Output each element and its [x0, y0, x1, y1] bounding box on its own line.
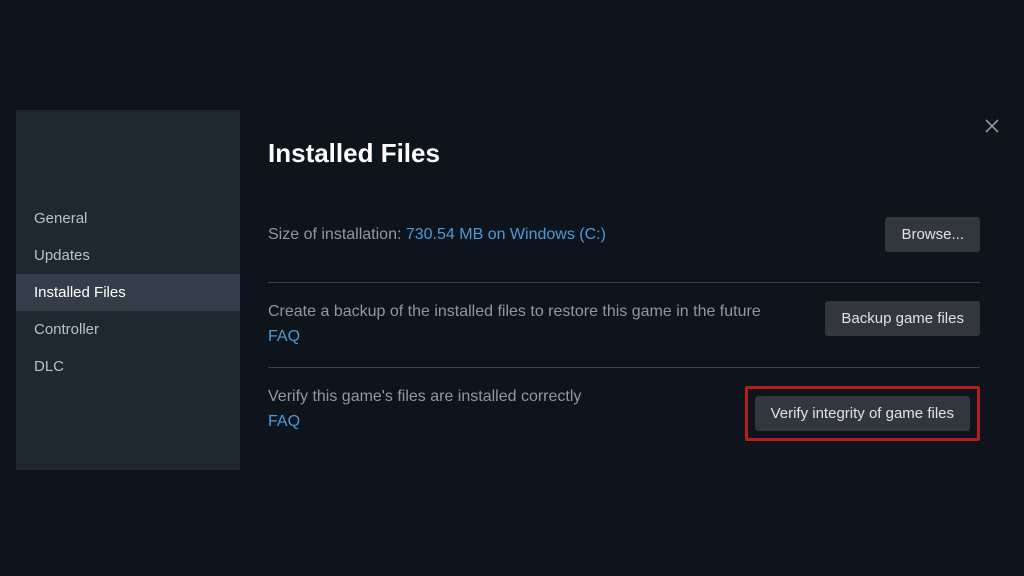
divider — [268, 367, 980, 368]
sidebar-item-updates[interactable]: Updates — [16, 237, 240, 274]
highlight-annotation: Verify integrity of game files — [745, 386, 980, 441]
verify-faq-link[interactable]: FAQ — [268, 411, 581, 433]
backup-description: Create a backup of the installed files t… — [268, 301, 761, 349]
verify-row: Verify this game's files are installed c… — [268, 386, 980, 441]
sidebar: General Updates Installed Files Controll… — [16, 110, 240, 470]
browse-button[interactable]: Browse... — [885, 217, 980, 252]
page-title: Installed Files — [268, 138, 980, 169]
properties-dialog: General Updates Installed Files Controll… — [16, 110, 1008, 470]
size-row: Size of installation: 730.54 MB on Windo… — [268, 217, 980, 252]
sidebar-item-dlc[interactable]: DLC — [16, 348, 240, 385]
close-icon — [985, 119, 999, 138]
main-panel: Installed Files Size of installation: 73… — [240, 110, 1008, 470]
backup-row: Create a backup of the installed files t… — [268, 301, 980, 349]
divider — [268, 282, 980, 283]
backup-faq-link[interactable]: FAQ — [268, 326, 761, 348]
sidebar-item-controller[interactable]: Controller — [16, 311, 240, 348]
close-button[interactable] — [980, 116, 1004, 140]
verify-text: Verify this game's files are installed c… — [268, 388, 581, 405]
install-location-link[interactable]: 730.54 MB on Windows (C:) — [406, 226, 606, 243]
sidebar-item-general[interactable]: General — [16, 200, 240, 237]
size-label: Size of installation: — [268, 226, 406, 243]
verify-integrity-button[interactable]: Verify integrity of game files — [755, 396, 970, 431]
size-text: Size of installation: 730.54 MB on Windo… — [268, 226, 606, 244]
verify-description: Verify this game's files are installed c… — [268, 386, 581, 434]
sidebar-item-installed-files[interactable]: Installed Files — [16, 274, 240, 311]
backup-text: Create a backup of the installed files t… — [268, 303, 761, 320]
backup-button[interactable]: Backup game files — [825, 301, 980, 336]
